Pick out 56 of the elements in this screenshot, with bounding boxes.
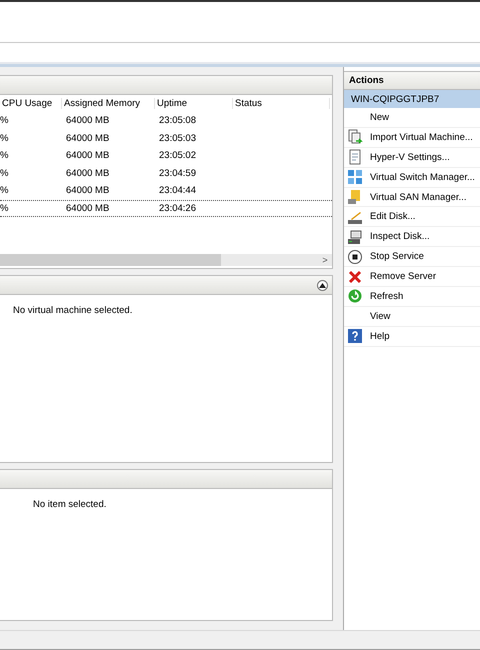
action-item[interactable]: Inspect Disk... — [370, 231, 430, 242]
table-cell-text: 64000 MB — [65, 168, 110, 179]
refresh-icon — [347, 288, 363, 304]
drive-icon — [347, 228, 363, 245]
table-cell-text: 64000 MB — [65, 202, 110, 214]
table-cell-text: 64000 MB — [65, 115, 110, 126]
table-cell-text: 23:05:08 — [158, 115, 197, 126]
action-item[interactable]: Hyper-V Settings... — [370, 152, 450, 163]
server-item[interactable]: WIN-CQIPGGTJPB7 — [344, 90, 480, 108]
action-item[interactable]: Refresh — [370, 290, 404, 302]
table-row[interactable]: % 64000 MB 23:05:08 — [0, 112, 332, 130]
action-item[interactable]: Virtual Switch Manager... — [370, 172, 475, 183]
table-cell-text: 64000 MB — [65, 150, 110, 162]
table-cell-text: % — [0, 132, 10, 144]
empty-message: No virtual machine selected. — [13, 305, 132, 316]
network-icon — [347, 169, 363, 186]
column-header[interactable]: CPU Usage — [0, 98, 62, 109]
stop-icon — [347, 248, 363, 265]
table-row[interactable]: % 64000 MB 23:04:59 — [0, 164, 332, 182]
column-header[interactable]: Uptime — [155, 98, 233, 109]
action-item[interactable]: Remove Server — [370, 271, 436, 282]
scroll-right-button[interactable]: > — [318, 254, 332, 266]
action-item[interactable]: Help — [370, 330, 390, 342]
table-cell-text: % — [0, 168, 10, 179]
actions-header: Actions — [344, 71, 480, 90]
caret-icon — [319, 282, 326, 288]
folder-icon — [347, 189, 363, 205]
table-cell-text: % — [0, 185, 10, 196]
table-cell-text: 23:05:03 — [158, 132, 197, 144]
collapse-button[interactable] — [317, 280, 328, 290]
action-item[interactable]: Import Virtual Machine... — [370, 132, 473, 143]
help-icon — [347, 328, 363, 344]
action-item[interactable]: Stop Service — [370, 251, 424, 262]
column-header[interactable]: Status — [233, 98, 330, 109]
action-item[interactable]: View — [370, 310, 390, 322]
action-item[interactable]: Virtual SAN Manager... — [370, 192, 466, 202]
table-row[interactable]: % 64000 MB 23:04:44 — [0, 182, 332, 200]
action-item[interactable]: Edit Disk... — [370, 211, 416, 222]
horizontal-scrollbar[interactable]: > — [0, 254, 332, 266]
table-cell-text: % — [0, 150, 10, 162]
empty-message: No item selected. — [33, 499, 106, 510]
table-row[interactable]: % 64000 MB 23:04:26 — [0, 200, 332, 217]
close-icon — [347, 268, 363, 285]
table-cell-text: % — [0, 115, 10, 126]
table-cell-text: 64000 MB — [65, 185, 110, 196]
table-cell-text: 23:05:02 — [158, 150, 197, 162]
column-header[interactable]: Assigned Memory — [62, 98, 155, 109]
action-item[interactable]: New — [370, 112, 390, 123]
table-row[interactable]: % 64000 MB 23:05:03 — [0, 130, 332, 147]
table-cell-text: % — [0, 202, 10, 214]
table-cell-text: 23:04:59 — [158, 168, 197, 179]
table-cell-text: 64000 MB — [65, 132, 110, 144]
table-row[interactable]: % 64000 MB 23:05:02 — [0, 147, 332, 164]
document-icon — [347, 149, 363, 166]
table-cell-text: 23:04:26 — [158, 202, 197, 214]
table-cell-text: 23:04:44 — [158, 185, 197, 196]
